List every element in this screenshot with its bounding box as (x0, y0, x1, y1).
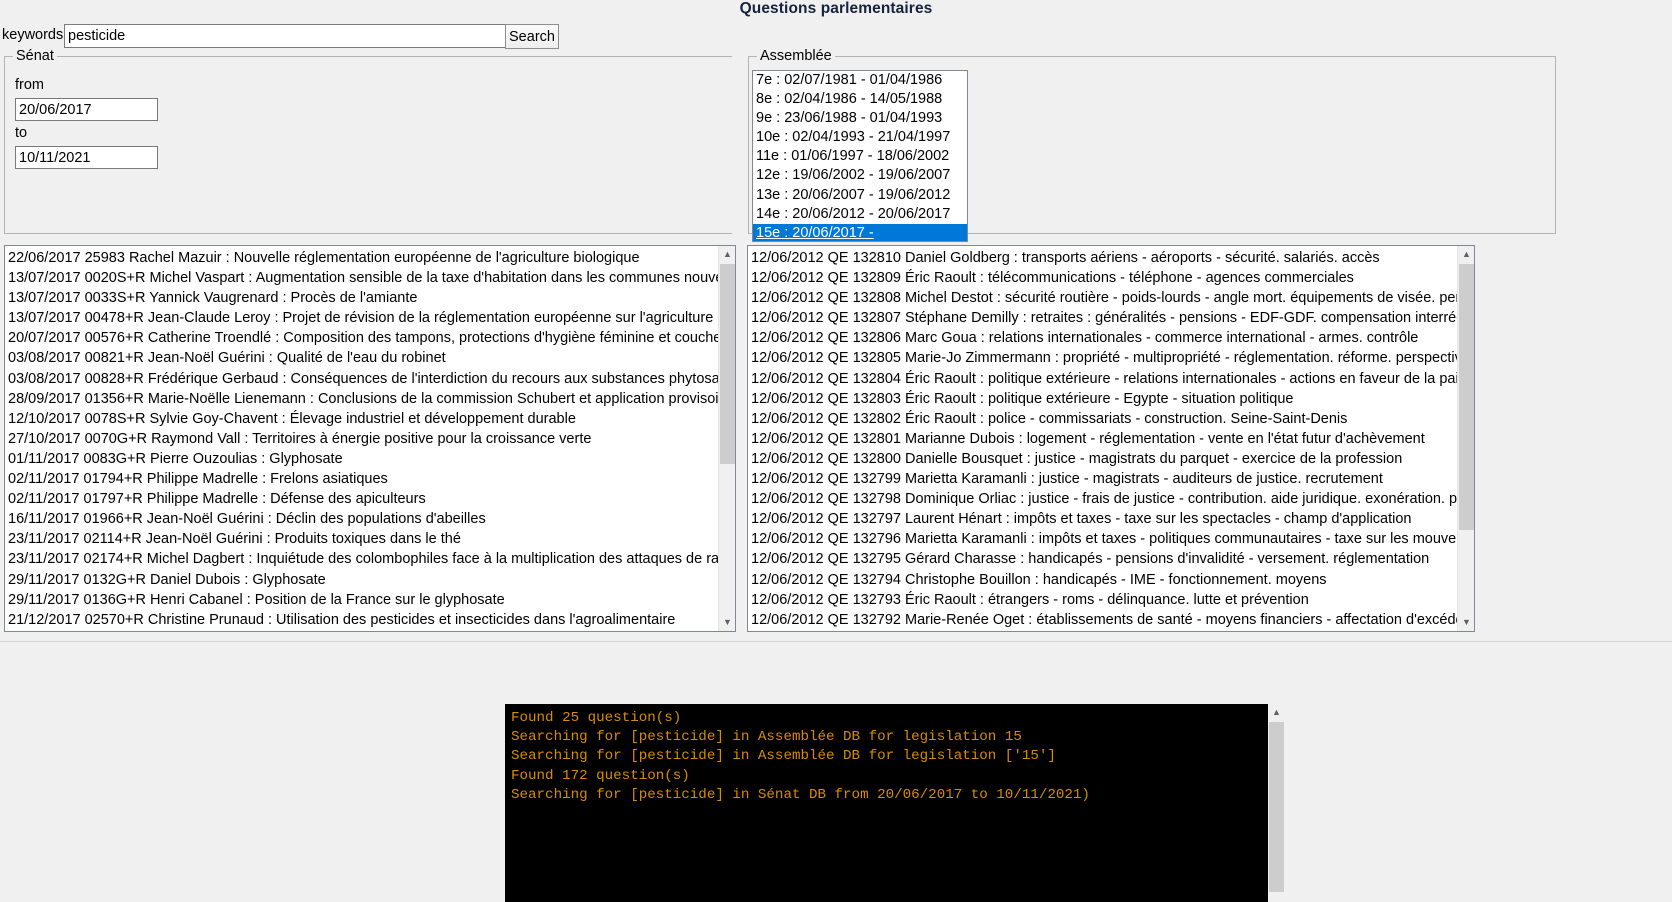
result-row[interactable]: 03/08/2017 00828+R Frédérique Gerbaud : … (5, 369, 718, 389)
result-row[interactable]: 12/06/2012 QE 132798 Dominique Orliac : … (748, 489, 1457, 509)
result-row[interactable]: 12/06/2012 QE 132793 Éric Raoult : étran… (748, 590, 1457, 610)
legislature-item[interactable]: 15e : 20/06/2017 - (753, 223, 967, 241)
result-row[interactable]: 23/11/2017 02174+R Michel Dagbert : Inqu… (5, 549, 718, 569)
scrollbar-thumb[interactable] (1459, 264, 1474, 530)
result-row[interactable]: 20/07/2017 00576+R Catherine Troendlé : … (5, 328, 718, 348)
scrollbar-thumb[interactable] (1269, 722, 1284, 892)
result-row[interactable]: 12/06/2012 QE 132794 Christophe Bouillon… (748, 570, 1457, 590)
result-row[interactable]: 12/06/2012 QE 132804 Éric Raoult : polit… (748, 369, 1457, 389)
senat-from-input[interactable] (15, 98, 158, 121)
senat-to-label: to (15, 125, 28, 141)
application-window: Questions parlementaires keywords Search… (0, 0, 1672, 902)
result-row[interactable]: 02/11/2017 01797+R Philippe Madrelle : D… (5, 489, 718, 509)
result-row[interactable]: 02/11/2017 01794+R Philippe Madrelle : F… (5, 469, 718, 489)
scroll-up-icon[interactable]: ▲ (719, 246, 735, 263)
result-row[interactable]: 12/06/2012 QE 132806 Marc Goua : relatio… (748, 328, 1457, 348)
legislature-item[interactable]: 11e : 01/06/1997 - 18/06/2002 (753, 147, 967, 166)
scroll-up-icon[interactable]: ▲ (1458, 246, 1474, 263)
console-output: Found 25 question(s) Searching for [pest… (505, 704, 1285, 902)
keywords-input[interactable] (64, 24, 507, 48)
senat-to-input[interactable] (15, 146, 158, 169)
result-row[interactable]: 16/11/2017 01966+R Jean-Noël Guérini : D… (5, 509, 718, 529)
senat-group: Sénat from to (4, 48, 732, 234)
result-row[interactable]: 12/06/2012 QE 132810 Daniel Goldberg : t… (748, 248, 1457, 268)
result-row[interactable]: 29/11/2017 0136G+R Henri Cabanel : Posit… (5, 590, 718, 610)
result-row[interactable]: 01/11/2017 0083G+R Pierre Ouzoulias : Gl… (5, 449, 718, 469)
senat-results-inner: 22/06/2017 25983 Rachel Mazuir : Nouvell… (5, 246, 718, 631)
result-row[interactable]: 12/06/2012 QE 132805 Marie-Jo Zimmermann… (748, 348, 1457, 368)
assemblee-results-scrollbar[interactable]: ▲ ▼ (1457, 246, 1474, 631)
legislature-item[interactable]: 12e : 19/06/2002 - 19/06/2007 (753, 166, 967, 185)
result-row[interactable]: 29/11/2017 0132G+R Daniel Dubois : Glyph… (5, 570, 718, 590)
result-row[interactable]: 13/07/2017 00478+R Jean-Claude Leroy : P… (5, 308, 718, 328)
result-row[interactable]: 12/10/2017 0078S+R Sylvie Goy-Chavent : … (5, 409, 718, 429)
result-row[interactable]: 23/11/2017 02114+R Jean-Noël Guérini : P… (5, 529, 718, 549)
assemblee-results-inner: 12/06/2012 QE 132810 Daniel Goldberg : t… (748, 246, 1457, 631)
scrollbar-thumb[interactable] (720, 264, 735, 464)
result-row[interactable]: 12/06/2012 QE 132796 Marietta Karamanli … (748, 529, 1457, 549)
senat-results-scrollbar[interactable]: ▲ ▼ (718, 246, 735, 631)
result-row[interactable]: 21/12/2017 02570+R Christine Prunaud : U… (5, 610, 718, 630)
result-row[interactable]: 13/07/2017 0020S+R Michel Vaspart : Augm… (5, 268, 718, 288)
result-row[interactable]: 12/06/2012 QE 132801 Marianne Dubois : l… (748, 429, 1457, 449)
result-row[interactable]: 12/06/2012 QE 132808 Michel Destot : séc… (748, 288, 1457, 308)
senat-results-list[interactable]: 22/06/2017 25983 Rachel Mazuir : Nouvell… (4, 245, 736, 632)
result-row[interactable]: 28/09/2017 01356+R Marie-Noëlle Lieneman… (5, 389, 718, 409)
search-bar: keywords Search (0, 24, 1672, 50)
result-row[interactable]: 12/06/2012 QE 132799 Marietta Karamanli … (748, 469, 1457, 489)
result-row[interactable]: 12/06/2012 QE 132795 Gérard Charasse : h… (748, 549, 1457, 569)
result-row[interactable]: 12/06/2012 QE 132791 Philippe Gosselin :… (748, 630, 1457, 631)
page-title: Questions parlementaires (739, 0, 933, 17)
result-row[interactable]: 12/06/2012 QE 132807 Stéphane Demilly : … (748, 308, 1457, 328)
legislature-item[interactable]: 10e : 02/04/1993 - 21/04/1997 (753, 128, 967, 147)
result-row[interactable]: 13/07/2017 0033S+R Yannick Vaugrenard : … (5, 288, 718, 308)
legislature-item[interactable]: 7e : 02/07/1981 - 01/04/1986 (753, 71, 967, 90)
assemblee-results-list[interactable]: 12/06/2012 QE 132810 Daniel Goldberg : t… (747, 245, 1475, 632)
console-text: Found 25 question(s) Searching for [pest… (511, 710, 1090, 803)
search-button[interactable]: Search (505, 24, 559, 49)
scroll-down-icon[interactable]: ▼ (719, 614, 735, 631)
legislature-item[interactable]: 14e : 20/06/2012 - 20/06/2017 (753, 205, 967, 224)
senat-legend: Sénat (13, 48, 57, 64)
result-row[interactable]: 27/10/2017 0070G+R Raymond Vall : Territ… (5, 429, 718, 449)
scroll-up-icon[interactable]: ▲ (1268, 704, 1285, 721)
legislature-item[interactable]: 13e : 20/06/2007 - 19/06/2012 (753, 186, 967, 205)
senat-from-label: from (15, 77, 44, 93)
bottom-toolbar: Corpus File Directory clean texts Proces… (0, 642, 1672, 702)
legislature-list[interactable]: 7e : 02/07/1981 - 01/04/1986 8e : 02/04/1… (752, 70, 968, 242)
keywords-label: keywords (2, 27, 64, 43)
result-row[interactable]: 22/06/2017 25983 Rachel Mazuir : Nouvell… (5, 248, 718, 268)
result-row[interactable]: 12/06/2012 QE 132797 Laurent Hénart : im… (748, 509, 1457, 529)
legislature-item[interactable]: 8e : 02/04/1986 - 14/05/1988 (753, 90, 967, 109)
result-row[interactable]: 22/02/2018 03342+R Joël Labbé : Méthodes… (5, 630, 718, 631)
legislature-item[interactable]: 9e : 23/06/1988 - 01/04/1993 (753, 109, 967, 128)
assemblee-legend: Assemblée (757, 48, 835, 64)
result-row[interactable]: 12/06/2012 QE 132809 Éric Raoult : téléc… (748, 268, 1457, 288)
result-row[interactable]: 12/06/2012 QE 132792 Marie-Renée Oget : … (748, 610, 1457, 630)
scroll-down-icon[interactable]: ▼ (1458, 614, 1474, 631)
console-scrollbar[interactable]: ▲ (1268, 704, 1285, 902)
result-row[interactable]: 03/08/2017 00821+R Jean-Noël Guérini : Q… (5, 348, 718, 368)
result-row[interactable]: 12/06/2012 QE 132800 Danielle Bousquet :… (748, 449, 1457, 469)
result-row[interactable]: 12/06/2012 QE 132802 Éric Raoult : polic… (748, 409, 1457, 429)
result-row[interactable]: 12/06/2012 QE 132803 Éric Raoult : polit… (748, 389, 1457, 409)
